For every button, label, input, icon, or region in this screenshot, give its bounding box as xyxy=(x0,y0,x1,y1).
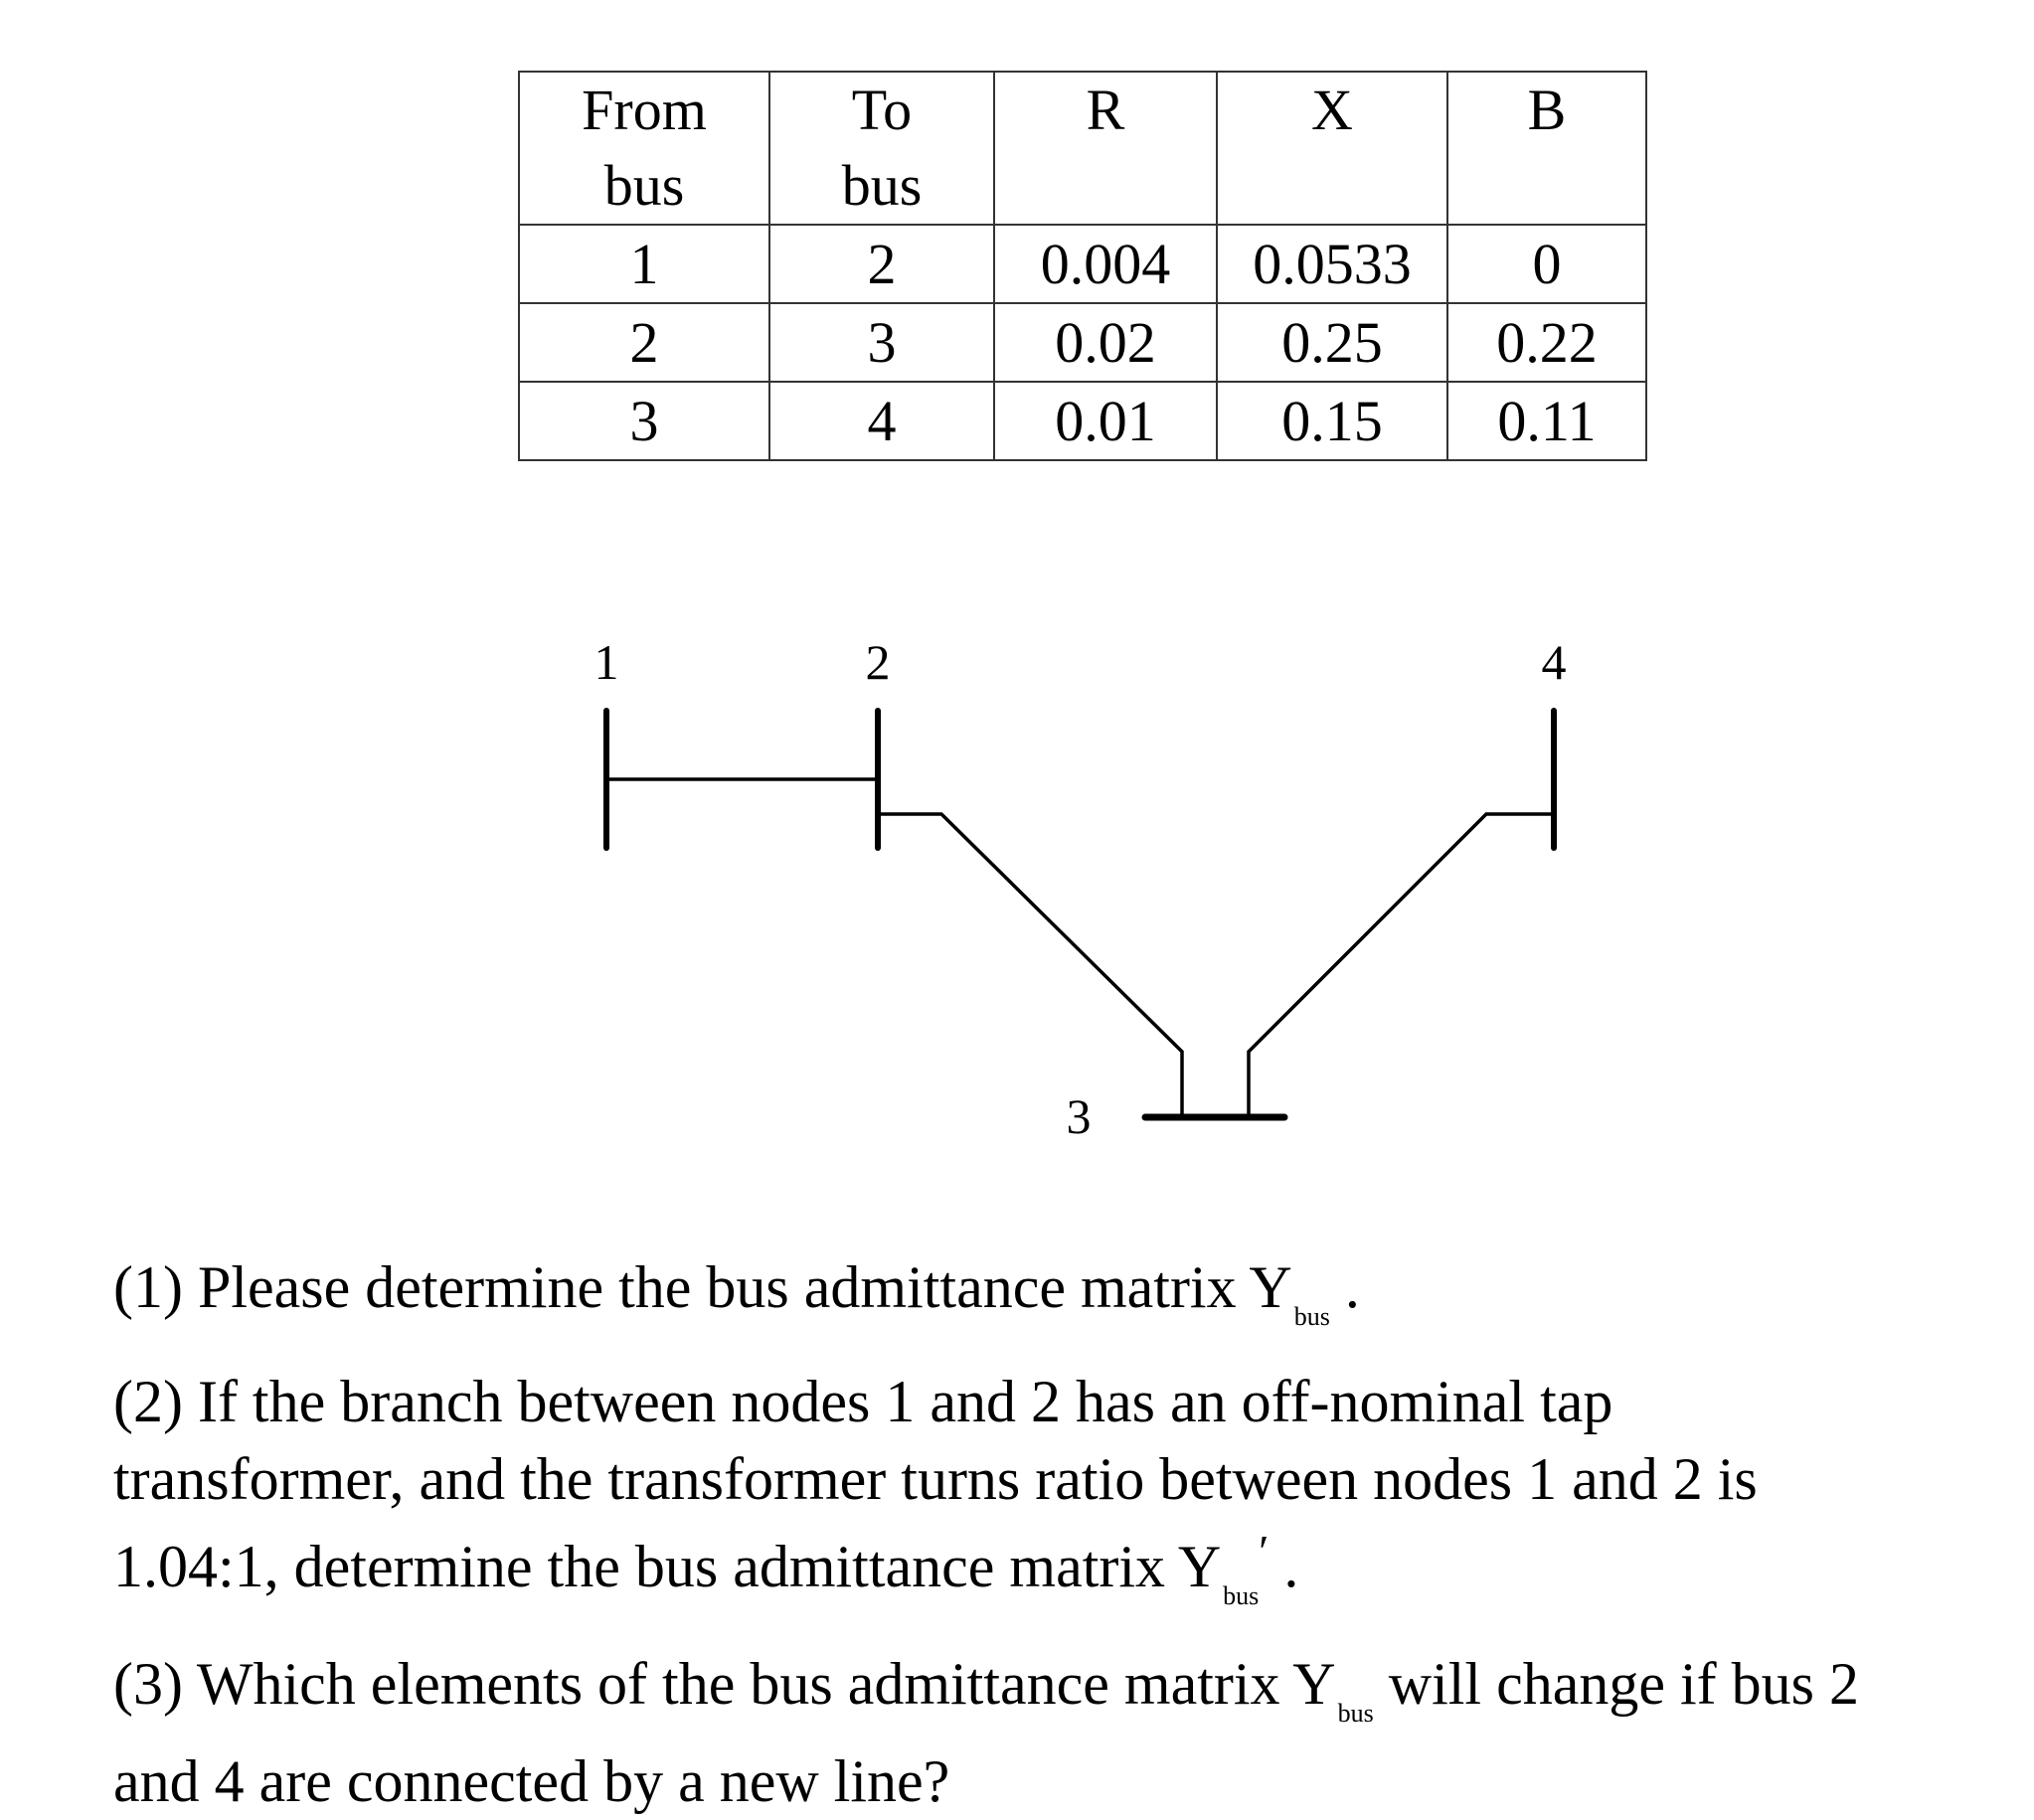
line-3-4 xyxy=(1247,812,1554,1117)
question-1-text: (1) Please determine the bus admittance … xyxy=(113,1254,1250,1320)
bus-label-1: 1 xyxy=(594,634,619,690)
ybus-subscript: bus xyxy=(1223,1581,1260,1610)
question-1-suffix: . xyxy=(1329,1254,1360,1320)
bus-label-3: 3 xyxy=(1067,1088,1092,1144)
ybus-symbol: Y xyxy=(1249,1254,1292,1320)
ybus-subscript: bus xyxy=(1337,1699,1374,1728)
one-line-diagram: 1 2 3 4 xyxy=(594,634,1567,1144)
question-2: (2) If the branch between nodes 1 and 2 … xyxy=(113,1363,1758,1617)
question-2-line-3: 1.04:1, determine the bus admittance mat… xyxy=(113,1526,1758,1617)
question-1: (1) Please determine the bus admittance … xyxy=(113,1248,1360,1338)
question-3-line-2: and 4 are connected by a new line? xyxy=(113,1748,950,1814)
question-3-line-1-suffix: will change if bus 2 xyxy=(1373,1651,1859,1717)
question-2-suffix: . xyxy=(1269,1534,1299,1599)
question-3-line-1-prefix: (3) Which elements of the bus admittance… xyxy=(113,1651,1293,1717)
question-3-line-1: (3) Which elements of the bus admittance… xyxy=(113,1645,1859,1735)
ybus-symbol: Y xyxy=(1292,1651,1336,1717)
question-2-line-2: transformer, and the transformer turns r… xyxy=(113,1446,1758,1512)
ybus-subscript: bus xyxy=(1293,1302,1330,1331)
ybus-prime: ′ xyxy=(1259,1526,1270,1576)
line-2-3 xyxy=(878,812,1184,1117)
ybus-symbol: Y xyxy=(1177,1534,1222,1599)
bus-label-4: 4 xyxy=(1542,634,1567,690)
bus-label-2: 2 xyxy=(866,634,891,690)
question-2-line-1: (2) If the branch between nodes 1 and 2 … xyxy=(113,1369,1613,1434)
question-2-line-3-text: 1.04:1, determine the bus admittance mat… xyxy=(113,1534,1178,1599)
question-3: (3) Which elements of the bus admittance… xyxy=(113,1645,1859,1820)
